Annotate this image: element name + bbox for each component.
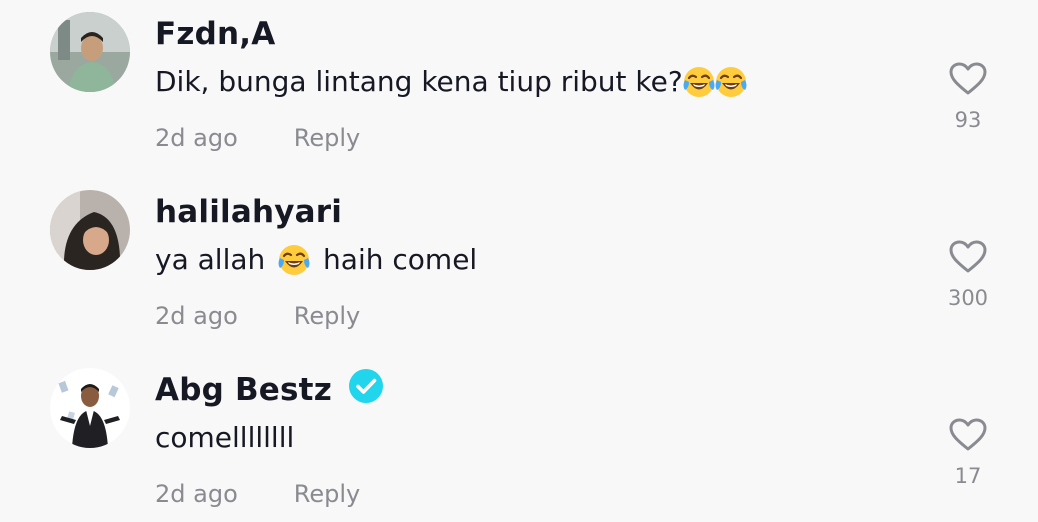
comment-timestamp: 2d ago xyxy=(155,302,238,330)
like-control: 300 xyxy=(925,240,1011,310)
comment-list: Fzdn,A Dik, bunga lintang kena tiup ribu… xyxy=(0,0,1038,522)
username[interactable]: Fzdn,A xyxy=(155,16,275,52)
avatar-image xyxy=(50,190,130,270)
comment-text-part: ya allah xyxy=(155,243,275,276)
like-control: 93 xyxy=(925,62,1011,132)
face-with-tears-of-joy-icon xyxy=(715,66,747,98)
comment-meta: 2d ago Reply xyxy=(155,296,360,336)
username-row: Abg Bestz xyxy=(155,368,384,412)
avatar-image xyxy=(50,368,130,448)
comment-item: halilahyari ya allah haih comel 2d ago R… xyxy=(0,178,1038,356)
comment-text-part: comellllllll xyxy=(155,421,295,454)
comment-meta: 2d ago Reply xyxy=(155,474,360,514)
comment-text: comellllllll xyxy=(155,418,294,458)
comment-item: Fzdn,A Dik, bunga lintang kena tiup ribu… xyxy=(0,0,1038,178)
heart-icon[interactable] xyxy=(949,62,987,96)
reply-button[interactable]: Reply xyxy=(294,302,360,330)
like-count: 300 xyxy=(947,286,989,310)
face-with-tears-of-joy-icon xyxy=(683,66,715,98)
username[interactable]: halilahyari xyxy=(155,194,342,230)
comment-timestamp: 2d ago xyxy=(155,124,238,152)
like-count: 93 xyxy=(954,108,982,132)
username-row: halilahyari xyxy=(155,190,342,234)
like-control: 17 xyxy=(925,418,1011,488)
comment-item: Abg Bestz comellllllll 2d ago Reply 17 xyxy=(0,356,1038,522)
verified-badge-icon xyxy=(348,369,383,403)
avatar[interactable] xyxy=(50,12,130,92)
reply-button[interactable]: Reply xyxy=(294,480,360,508)
face-with-tears-of-joy-icon xyxy=(278,244,310,276)
avatar-image xyxy=(50,12,130,92)
heart-icon[interactable] xyxy=(949,418,987,452)
comment-text-part: haih comel xyxy=(314,243,478,276)
comment-meta: 2d ago Reply xyxy=(155,118,360,158)
heart-icon[interactable] xyxy=(949,240,987,274)
like-count: 17 xyxy=(954,464,982,488)
comment-timestamp: 2d ago xyxy=(155,480,238,508)
comment-text: ya allah haih comel xyxy=(155,240,477,280)
avatar[interactable] xyxy=(50,368,130,448)
avatar[interactable] xyxy=(50,190,130,270)
comment-text: Dik, bunga lintang kena tiup ribut ke? xyxy=(155,62,747,102)
comment-text-part: Dik, bunga lintang kena tiup ribut ke? xyxy=(155,65,683,98)
username[interactable]: Abg Bestz xyxy=(155,372,332,408)
reply-button[interactable]: Reply xyxy=(294,124,360,152)
username-row: Fzdn,A xyxy=(155,12,275,56)
